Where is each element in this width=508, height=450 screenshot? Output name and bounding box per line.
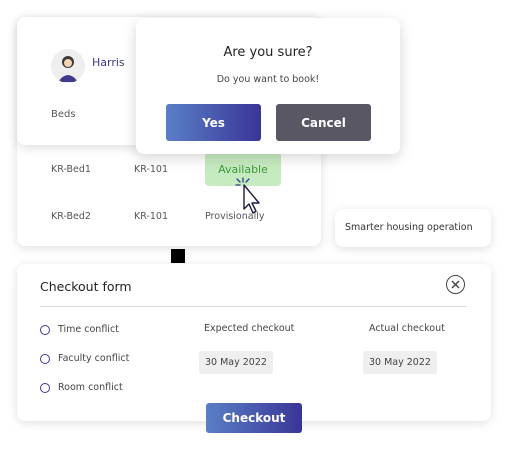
option-label: Time conflict bbox=[58, 324, 119, 335]
radio-icon[interactable] bbox=[40, 382, 50, 393]
actual-checkout-field[interactable]: 30 May 2022 bbox=[363, 351, 437, 374]
yes-button[interactable]: Yes bbox=[166, 104, 261, 141]
checkout-button[interactable]: Checkout bbox=[206, 403, 302, 433]
user-avatar-icon[interactable] bbox=[51, 49, 85, 83]
tagline-card: Smarter housing operation bbox=[335, 209, 491, 247]
cancel-button[interactable]: Cancel bbox=[276, 104, 371, 141]
hand-pointer-icon bbox=[233, 176, 265, 216]
option-label: Room conflict bbox=[58, 382, 123, 393]
expected-checkout-field[interactable]: 30 May 2022 bbox=[199, 351, 273, 374]
tagline-text: Smarter housing operation bbox=[345, 222, 473, 233]
actual-checkout-label: Actual checkout bbox=[369, 323, 445, 334]
divider bbox=[40, 306, 467, 307]
dialog-title: Are you sure? bbox=[223, 45, 313, 60]
row2-room: KR-101 bbox=[134, 211, 169, 222]
option-room-conflict[interactable]: Room conflict bbox=[40, 382, 123, 393]
checkout-form: Checkout form Time conflict Faculty conf… bbox=[17, 264, 491, 433]
row1-room: KR-101 bbox=[134, 164, 169, 175]
option-label: Faculty conflict bbox=[58, 353, 130, 364]
option-faculty-conflict[interactable]: Faculty conflict bbox=[40, 353, 129, 364]
option-time-conflict[interactable]: Time conflict bbox=[40, 324, 119, 335]
row2-bed: KR-Bed2 bbox=[51, 211, 91, 222]
expected-checkout-label: Expected checkout bbox=[204, 323, 295, 334]
radio-icon[interactable] bbox=[40, 324, 50, 335]
radio-icon[interactable] bbox=[40, 353, 50, 364]
checkout-title: Checkout form bbox=[40, 279, 132, 294]
confirm-dialog: Are you sure? Do you want to book! Yes C… bbox=[136, 18, 400, 154]
dialog-subtitle: Do you want to book! bbox=[216, 74, 320, 85]
user-name: Harris bbox=[92, 56, 125, 69]
close-icon[interactable] bbox=[446, 275, 465, 294]
row1-bed: KR-Bed1 bbox=[51, 164, 91, 175]
black-square bbox=[171, 249, 185, 263]
column-beds: Beds bbox=[51, 109, 76, 120]
